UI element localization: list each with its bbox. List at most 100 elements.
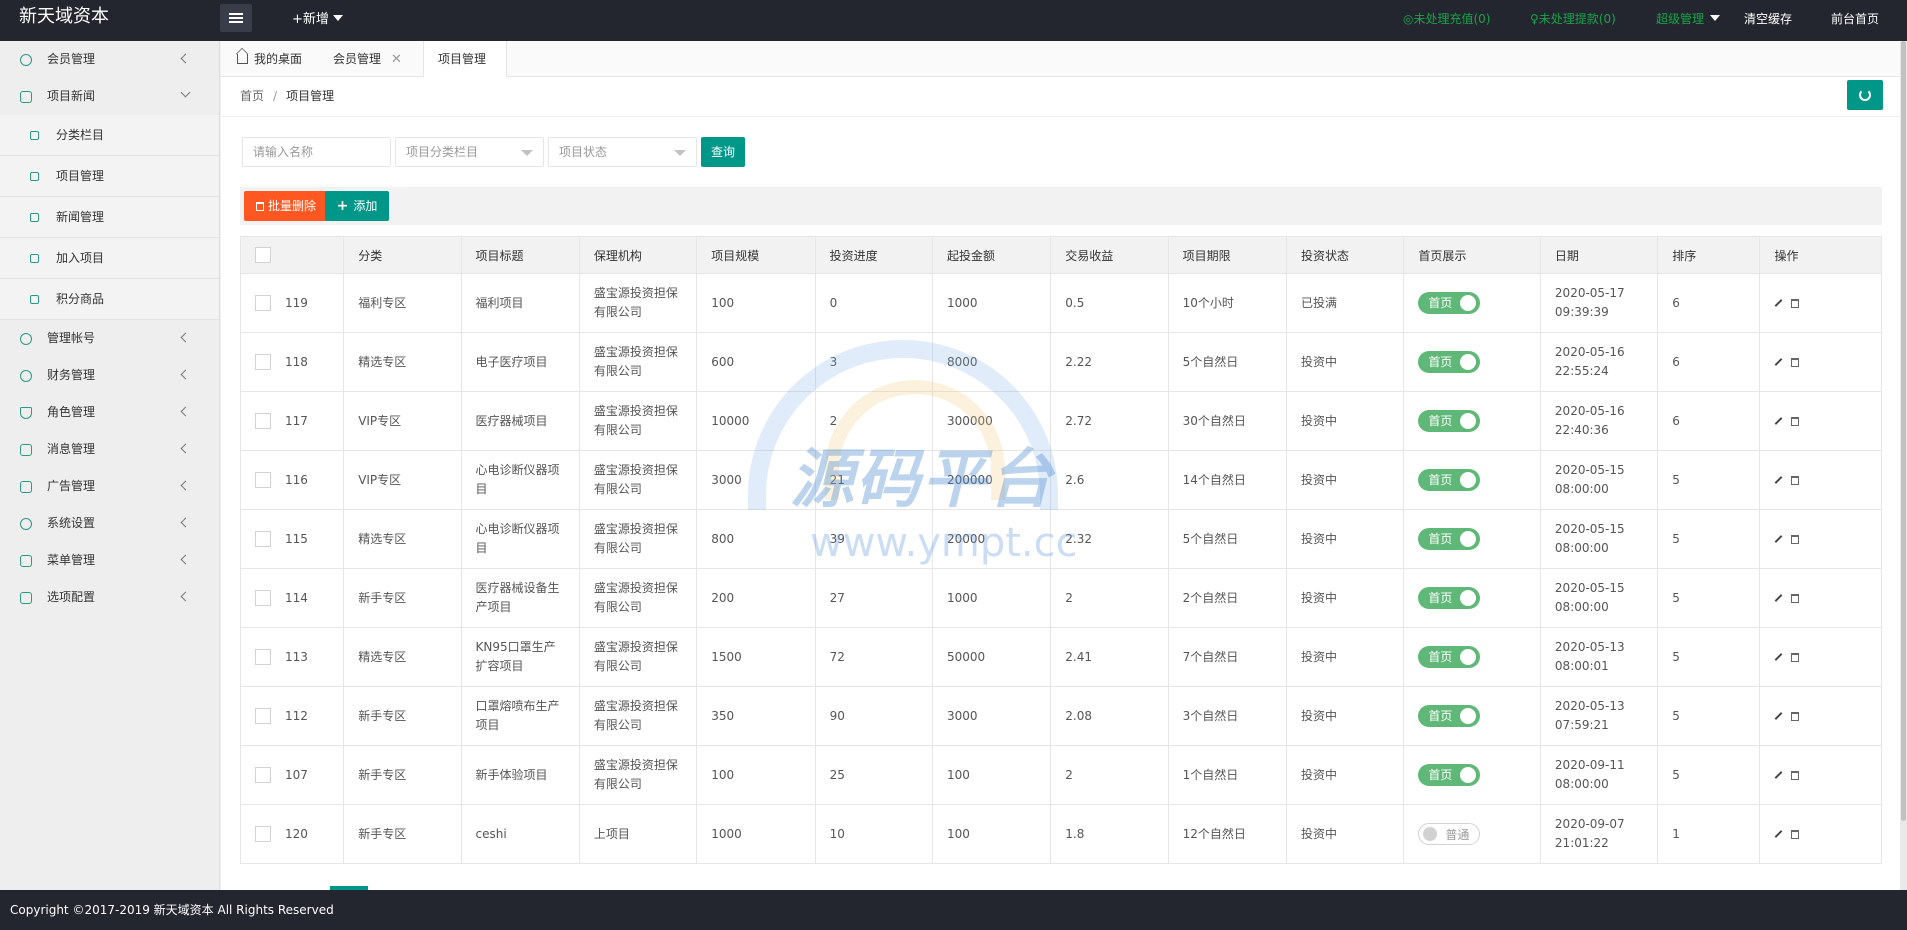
row-checkbox[interactable] bbox=[255, 295, 271, 311]
category-select[interactable]: 项目分类栏目 bbox=[395, 137, 544, 167]
trash-icon[interactable] bbox=[1791, 593, 1800, 603]
row-checkbox[interactable] bbox=[255, 826, 271, 842]
sidebar-item-options[interactable]: 选项配置 bbox=[0, 579, 219, 616]
edit-icon[interactable] bbox=[1775, 476, 1783, 484]
sidebar-subitem-points-goods[interactable]: 积分商品 bbox=[0, 279, 219, 320]
sidebar-subitem-projects[interactable]: 项目管理 bbox=[0, 156, 219, 197]
home-display-toggle[interactable]: 首页 bbox=[1418, 646, 1481, 668]
cell-agency: 盛宝源投资担保有限公司 bbox=[578, 332, 698, 392]
row-id: 119 bbox=[285, 295, 308, 310]
sidebar-item-system-settings[interactable]: 系统设置 bbox=[0, 505, 219, 542]
front-home-link[interactable]: 前台首页 bbox=[1831, 10, 1879, 27]
sidebar-item-members[interactable]: 会员管理 bbox=[0, 41, 219, 78]
refresh-button[interactable] bbox=[1847, 80, 1883, 110]
home-display-toggle[interactable]: 普通 bbox=[1418, 823, 1481, 845]
home-display-toggle[interactable]: 首页 bbox=[1418, 351, 1481, 373]
edit-icon[interactable] bbox=[1775, 771, 1783, 779]
tab-projects[interactable]: 项目管理✕ bbox=[423, 41, 507, 103]
admin-menu[interactable]: 超级管理 bbox=[1656, 10, 1721, 27]
row-checkbox[interactable] bbox=[255, 472, 271, 488]
batch-delete-button[interactable]: 批量删除 bbox=[244, 191, 328, 221]
sidebar-item-project-news[interactable]: 项目新闻 bbox=[0, 78, 219, 115]
hamburger-icon bbox=[229, 13, 243, 23]
trash-icon[interactable] bbox=[1791, 416, 1800, 426]
row-checkbox[interactable] bbox=[255, 354, 271, 370]
home-display-toggle[interactable]: 首页 bbox=[1418, 528, 1481, 550]
trash-icon[interactable] bbox=[1791, 475, 1800, 485]
row-checkbox[interactable] bbox=[255, 708, 271, 724]
edit-icon[interactable] bbox=[1775, 594, 1783, 602]
status-select[interactable]: 项目状态 bbox=[548, 137, 697, 167]
trash-icon[interactable] bbox=[1791, 298, 1800, 308]
cell-progress: 2 bbox=[814, 391, 933, 451]
cell-title: 心电诊断仪器项目 bbox=[460, 450, 580, 510]
menu-toggle-button[interactable] bbox=[220, 4, 252, 32]
cell-status: 投资中 bbox=[1285, 627, 1405, 687]
cell-title: 电子医疗项目 bbox=[460, 332, 580, 392]
tab-desktop[interactable]: 我的桌面 bbox=[237, 41, 302, 77]
cell-progress: 0 bbox=[814, 273, 933, 333]
sidebar-subitem-join-project[interactable]: 加入项目 bbox=[0, 238, 219, 279]
sidebar-item-menus[interactable]: 菜单管理 bbox=[0, 542, 219, 579]
home-display-toggle[interactable]: 首页 bbox=[1418, 764, 1481, 786]
table-row: 119 福利专区 福利项目 盛宝源投资担保有限公司 100 0 1000 0.5 10个小时 已投… bbox=[239, 273, 1882, 333]
home-display-toggle[interactable]: 首页 bbox=[1418, 292, 1481, 314]
tab-members[interactable]: 会员管理 ✕ bbox=[333, 41, 402, 77]
caret-down-icon bbox=[674, 150, 686, 156]
edit-icon[interactable] bbox=[1775, 653, 1783, 661]
table-header: 排序 bbox=[1657, 236, 1761, 274]
trash-icon[interactable] bbox=[1791, 770, 1800, 780]
sidebar-subitem-news[interactable]: 新闻管理 bbox=[0, 197, 219, 238]
edit-icon[interactable] bbox=[1775, 830, 1783, 838]
row-checkbox[interactable] bbox=[255, 590, 271, 606]
cell-status: 投资中 bbox=[1285, 450, 1405, 510]
edit-icon[interactable] bbox=[1775, 417, 1783, 425]
image-icon bbox=[20, 481, 32, 493]
home-display-toggle[interactable]: 首页 bbox=[1418, 705, 1481, 727]
select-all-checkbox[interactable] bbox=[255, 247, 271, 263]
app-logo[interactable]: 新天域资本 bbox=[19, 6, 109, 28]
breadcrumb-home[interactable]: 首页 bbox=[240, 89, 264, 103]
home-display-toggle[interactable]: 首页 bbox=[1418, 410, 1481, 432]
edit-icon[interactable] bbox=[1775, 299, 1783, 307]
sidebar-item-ads[interactable]: 广告管理 bbox=[0, 468, 219, 505]
sidebar-item-roles[interactable]: 角色管理 bbox=[0, 394, 219, 431]
trash-icon[interactable] bbox=[1791, 357, 1800, 367]
cell-min-invest: 100 bbox=[931, 804, 1052, 864]
doc-icon bbox=[30, 213, 39, 222]
sidebar-subitem-categories[interactable]: 分类栏目 bbox=[0, 115, 219, 156]
trash-icon[interactable] bbox=[1791, 711, 1800, 721]
row-checkbox[interactable] bbox=[255, 413, 271, 429]
pending-recharge-link[interactable]: ◎未处理充值(0) bbox=[1403, 10, 1490, 27]
edit-icon[interactable] bbox=[1775, 358, 1783, 366]
row-checkbox[interactable] bbox=[255, 767, 271, 783]
table-row: 115 精选专区 心电诊断仪器项目 盛宝源投资担保有限公司 800 39 20000 2.32… bbox=[239, 509, 1882, 569]
close-icon[interactable]: ✕ bbox=[391, 52, 402, 67]
table-row: 114 新手专区 医疗器械设备生产项目 盛宝源投资担保有限公司 200 27 1000 2 2个… bbox=[239, 568, 1882, 628]
new-menu-button[interactable]: +新增 bbox=[292, 8, 343, 27]
add-button[interactable]: + 添加 bbox=[325, 191, 389, 221]
query-button[interactable]: 查询 bbox=[701, 137, 745, 167]
sidebar-item-admin-accounts[interactable]: 管理帐号 bbox=[0, 320, 219, 357]
caret-down-icon bbox=[332, 15, 343, 21]
sidebar-subitem-label: 积分商品 bbox=[56, 292, 105, 306]
search-name-input[interactable]: 请输入名称 bbox=[242, 137, 391, 167]
sidebar-item-messages[interactable]: 消息管理 bbox=[0, 431, 219, 468]
row-checkbox[interactable] bbox=[255, 531, 271, 547]
edit-icon[interactable] bbox=[1775, 535, 1783, 543]
cell-date: 2020-05-16 22:55:24 bbox=[1539, 332, 1659, 392]
pending-withdraw-link[interactable]: ♀未处理提款(0) bbox=[1530, 10, 1616, 27]
scrollbar-thumb[interactable] bbox=[1901, 41, 1906, 821]
home-display-toggle[interactable]: 首页 bbox=[1418, 587, 1481, 609]
cell-status: 投资中 bbox=[1285, 686, 1405, 746]
cell-min-invest: 1000 bbox=[931, 273, 1052, 333]
home-display-toggle[interactable]: 首页 bbox=[1418, 469, 1481, 491]
row-checkbox[interactable] bbox=[255, 649, 271, 665]
clear-cache-link[interactable]: 清空缓存 bbox=[1744, 10, 1792, 27]
vertical-scrollbar[interactable] bbox=[1900, 41, 1907, 890]
edit-icon[interactable] bbox=[1775, 712, 1783, 720]
trash-icon[interactable] bbox=[1791, 829, 1800, 839]
trash-icon[interactable] bbox=[1791, 652, 1800, 662]
sidebar-item-finance[interactable]: 财务管理 bbox=[0, 357, 219, 394]
trash-icon[interactable] bbox=[1791, 534, 1800, 544]
